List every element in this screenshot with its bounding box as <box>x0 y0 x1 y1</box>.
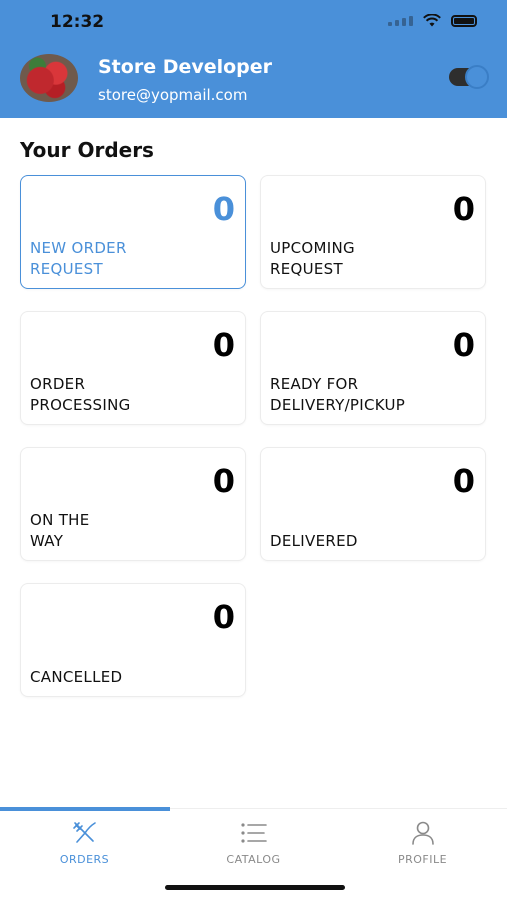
tab-label: ORDERS <box>59 853 110 866</box>
fork-knife-icon <box>72 822 96 843</box>
card-label: NEW ORDER REQUEST <box>30 239 127 278</box>
card-ready-for-delivery[interactable]: 0 READY FOR DELIVERY/PICKUP <box>260 311 486 425</box>
card-count: 0 <box>452 190 475 228</box>
card-count: 0 <box>212 326 235 364</box>
card-order-processing[interactable]: 0 ORDER PROCESSING <box>20 311 246 425</box>
card-label: ORDER PROCESSING <box>30 375 131 414</box>
card-label: UPCOMING REQUEST <box>270 239 355 278</box>
tab-orders[interactable]: ORDERS <box>0 821 169 866</box>
section-title: Your Orders <box>20 138 154 162</box>
status-bar: 12:32 <box>0 0 507 48</box>
status-time: 12:32 <box>50 12 105 32</box>
card-count: 0 <box>212 462 235 500</box>
home-indicator <box>165 885 345 890</box>
avatar[interactable] <box>20 54 78 102</box>
card-count: 0 <box>452 462 475 500</box>
card-label: ON THE WAY <box>30 511 90 550</box>
card-label: CANCELLED <box>30 668 123 686</box>
card-upcoming-request[interactable]: 0 UPCOMING REQUEST <box>260 175 486 289</box>
tab-profile[interactable]: PROFILE <box>338 821 507 866</box>
active-tab-indicator <box>0 807 170 811</box>
tab-label: CATALOG <box>226 853 281 866</box>
user-email: store@yopmail.com <box>98 86 248 104</box>
wifi-icon <box>423 14 441 27</box>
toggle-knob <box>465 65 489 89</box>
status-icons <box>388 14 477 27</box>
card-count: 0 <box>452 326 475 364</box>
card-delivered[interactable]: 0 DELIVERED <box>260 447 486 561</box>
tab-label: PROFILE <box>397 853 448 866</box>
header: Store Developer store@yopmail.com <box>0 48 507 118</box>
user-icon <box>411 821 434 845</box>
card-count: 0 <box>212 598 235 636</box>
store-status-toggle[interactable] <box>449 65 489 89</box>
card-cancelled[interactable]: 0 CANCELLED <box>20 583 246 697</box>
cellular-signal-icon <box>388 15 413 26</box>
card-on-the-way[interactable]: 0 ON THE WAY <box>20 447 246 561</box>
battery-icon <box>451 14 477 27</box>
tab-catalog[interactable]: CATALOG <box>169 821 338 866</box>
card-count: 0 <box>212 190 235 228</box>
card-new-order-request[interactable]: 0 NEW ORDER REQUEST <box>20 175 246 289</box>
card-label: DELIVERED <box>270 532 358 550</box>
bottom-tab-bar: ORDERS CATALOG PROFILE <box>0 807 507 879</box>
list-icon <box>240 823 267 843</box>
card-label: READY FOR DELIVERY/PICKUP <box>270 375 406 414</box>
user-name: Store Developer <box>98 56 273 78</box>
